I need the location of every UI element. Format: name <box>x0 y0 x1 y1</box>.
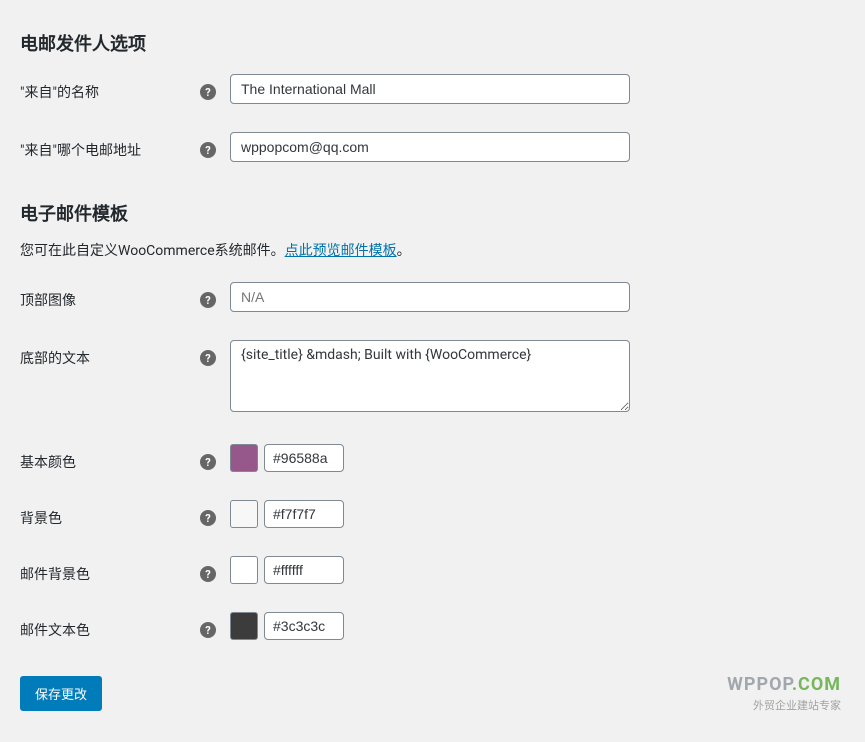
preview-template-link[interactable]: 点此预览邮件模板 <box>285 243 397 259</box>
from-name-input[interactable] <box>230 74 630 104</box>
save-button[interactable]: 保存更改 <box>20 676 102 711</box>
help-icon[interactable]: ? <box>200 622 216 638</box>
header-image-input[interactable] <box>230 282 630 312</box>
help-icon[interactable]: ? <box>200 350 216 366</box>
watermark-brand-2: .COM <box>792 674 841 695</box>
footer-text-textarea[interactable] <box>230 340 630 412</box>
from-name-label: "来自"的名称 <box>20 82 200 102</box>
help-icon[interactable]: ? <box>200 510 216 526</box>
help-icon[interactable]: ? <box>200 142 216 158</box>
watermark-subtitle: 外贸企业建站专家 <box>727 697 841 713</box>
email-template-heading: 电子邮件模板 <box>20 200 845 226</box>
background-color-input[interactable] <box>264 500 344 528</box>
body-bg-color-label: 邮件背景色 <box>20 564 200 584</box>
sender-options-heading: 电邮发件人选项 <box>20 30 845 56</box>
help-icon[interactable]: ? <box>200 454 216 470</box>
base-color-swatch[interactable] <box>230 444 258 472</box>
background-color-label: 背景色 <box>20 508 200 528</box>
base-color-input[interactable] <box>264 444 344 472</box>
help-icon[interactable]: ? <box>200 292 216 308</box>
body-text-color-label: 邮件文本色 <box>20 620 200 640</box>
footer-text-label: 底部的文本 <box>20 348 200 368</box>
body-text-color-input[interactable] <box>264 612 344 640</box>
header-image-label: 顶部图像 <box>20 290 200 310</box>
help-icon[interactable]: ? <box>200 84 216 100</box>
from-address-input[interactable] <box>230 132 630 162</box>
desc-suffix: 。 <box>397 243 411 259</box>
background-color-swatch[interactable] <box>230 500 258 528</box>
body-bg-color-swatch[interactable] <box>230 556 258 584</box>
template-description: 您可在此自定义WooCommerce系统邮件。点此预览邮件模板。 <box>20 240 845 260</box>
from-address-label: "来自"哪个电邮地址 <box>20 140 200 160</box>
base-color-label: 基本颜色 <box>20 452 200 472</box>
help-icon[interactable]: ? <box>200 566 216 582</box>
body-bg-color-input[interactable] <box>264 556 344 584</box>
watermark: WPPOP.COM 外贸企业建站专家 <box>727 674 841 713</box>
desc-prefix: 您可在此自定义WooCommerce系统邮件。 <box>20 243 285 259</box>
body-text-color-swatch[interactable] <box>230 612 258 640</box>
watermark-brand-1: WPPOP <box>727 674 792 695</box>
